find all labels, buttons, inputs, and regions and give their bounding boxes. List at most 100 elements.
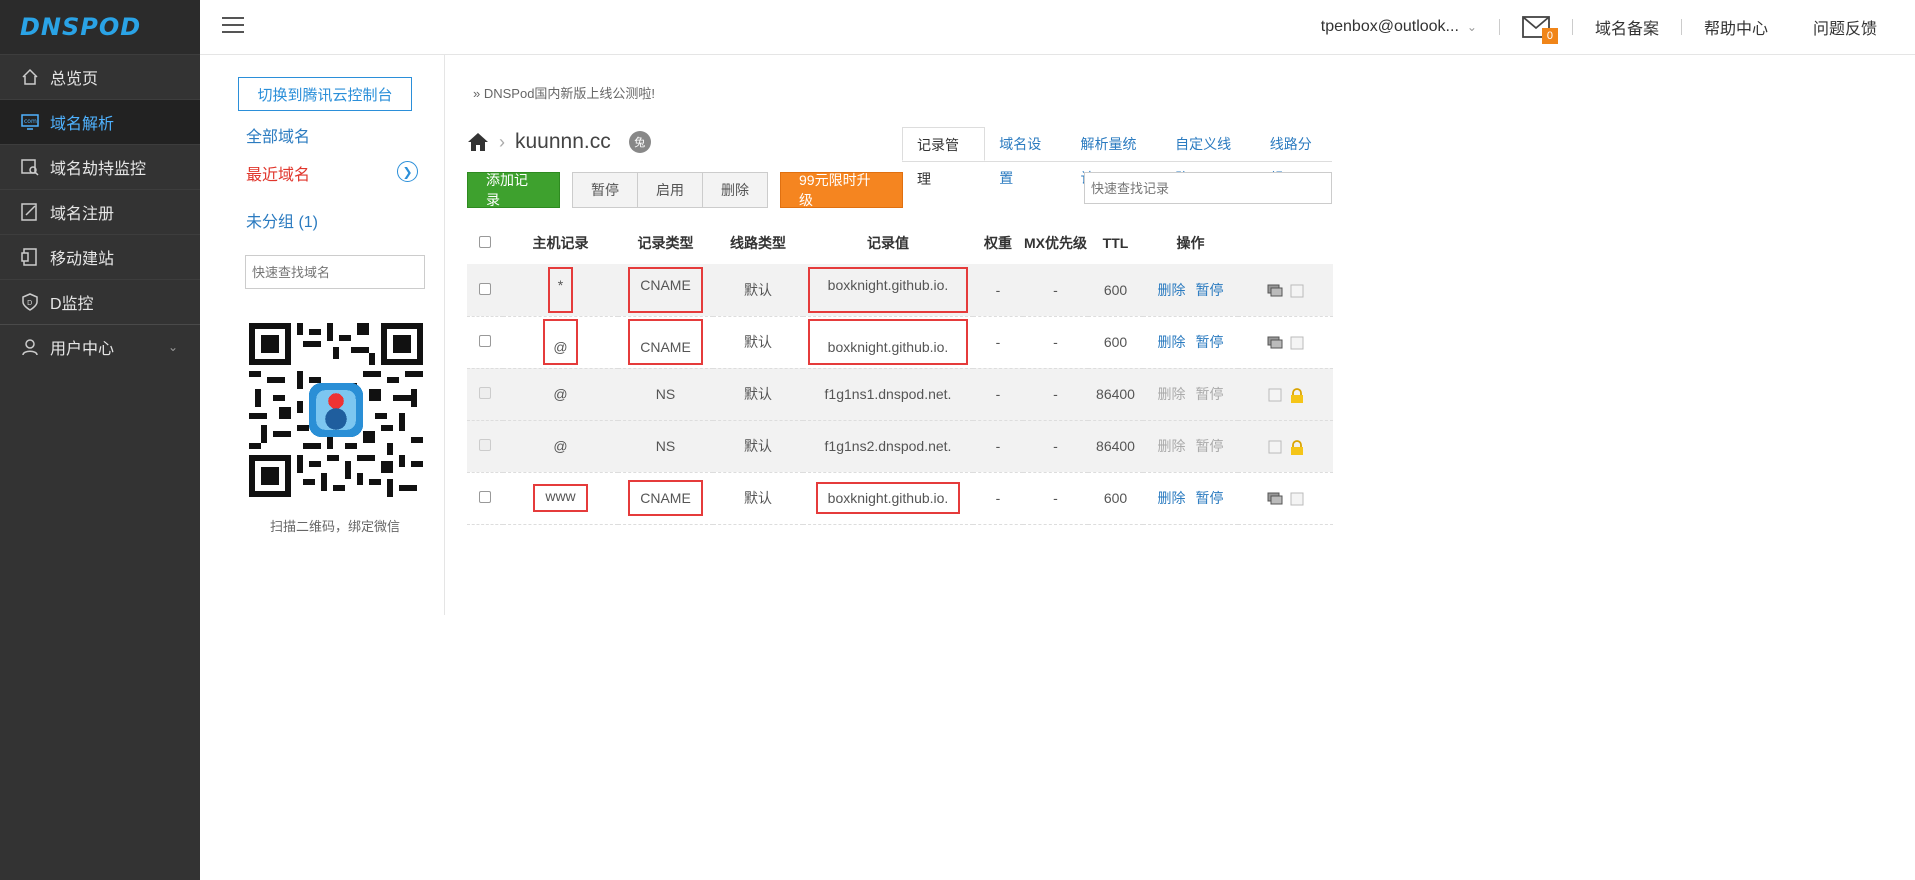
host-cell: *: [503, 264, 618, 317]
record-value[interactable]: boxknight.github.io.: [807, 266, 969, 313]
tab-line-group[interactable]: 线路分组: [1256, 127, 1337, 186]
pause-button[interactable]: 暂停: [573, 173, 638, 207]
row-checkbox[interactable]: [479, 491, 491, 503]
breadcrumb-separator: ›: [499, 131, 505, 152]
line-value: 默认: [713, 368, 803, 421]
host-value[interactable]: *: [547, 266, 574, 313]
note-icon[interactable]: [1289, 492, 1305, 506]
sidebar-item-user-center[interactable]: 用户中心 ⌄: [0, 324, 200, 369]
pause-record-link: 暂停: [1195, 438, 1224, 454]
notice-link[interactable]: » DNSPod国内新版上线公测啦!: [473, 83, 655, 102]
rabbit-badge-icon[interactable]: 兔: [628, 131, 651, 153]
remark-icon[interactable]: [1267, 336, 1283, 350]
line-value[interactable]: 默认: [713, 264, 803, 317]
recent-domains-link[interactable]: 最近域名: [246, 161, 310, 185]
remark-icon[interactable]: [1267, 492, 1283, 506]
sidebar-item-hijack-monitor[interactable]: 域名劫持监控: [0, 144, 200, 189]
type-value[interactable]: CNAME: [628, 319, 703, 365]
ungrouped-link[interactable]: 未分组 (1): [246, 208, 318, 232]
host-value[interactable]: www: [533, 484, 588, 512]
chevron-right-icon[interactable]: ❯: [397, 161, 418, 182]
host-value[interactable]: @: [543, 319, 578, 365]
monitor-icon: [20, 157, 40, 177]
record-value: f1g1ns1.dnspod.net.: [803, 368, 973, 421]
record-value[interactable]: boxknight.github.io.: [807, 319, 969, 365]
header-weight: 权重: [984, 235, 1012, 251]
delete-record-link[interactable]: 删除: [1158, 490, 1186, 506]
remark-icon[interactable]: [1267, 284, 1283, 298]
record-search-input[interactable]: [1084, 172, 1332, 204]
qr-caption: 扫描二维码，绑定微信: [269, 519, 400, 534]
enable-button[interactable]: 启用: [638, 173, 703, 207]
user-menu[interactable]: tpenbox@outlook... ⌄: [1321, 18, 1477, 36]
row-select-cell: [467, 368, 503, 421]
sidebar-item-label: D监控: [50, 296, 94, 313]
delete-record-link[interactable]: 删除: [1158, 282, 1186, 298]
sidebar-item-overview[interactable]: 总览页: [0, 54, 200, 99]
add-record-button[interactable]: 添加记录: [467, 172, 560, 208]
mail-icon[interactable]: 0: [1522, 16, 1558, 44]
header-host: 主机记录: [532, 235, 589, 251]
tab-resolution-stats[interactable]: 解析量统计: [1067, 127, 1162, 186]
domain-search-input[interactable]: [245, 255, 425, 289]
records-table: 主机记录 记录类型 线路类型 记录值 权重 MX优先级 TTL 操作 * CNA…: [467, 222, 1333, 525]
sidebar-item-dns[interactable]: com 域名解析: [0, 99, 200, 144]
pause-record-link[interactable]: 暂停: [1196, 282, 1224, 298]
row-checkbox[interactable]: [479, 335, 491, 347]
note-icon[interactable]: [1289, 336, 1305, 350]
logo[interactable]: DNSPOD: [0, 0, 200, 54]
ttl-value: 86400: [1088, 420, 1143, 473]
tab-record-management[interactable]: 记录管理: [902, 127, 986, 187]
switch-console-button[interactable]: 切换到腾讯云控制台: [238, 77, 412, 111]
delete-record-link: 删除: [1157, 438, 1186, 454]
record-value[interactable]: boxknight.github.io.: [815, 482, 961, 514]
extra-cell: [1238, 420, 1333, 473]
host-cell: @: [503, 316, 618, 369]
pause-record-link[interactable]: 暂停: [1196, 334, 1224, 350]
ttl-value[interactable]: 600: [1088, 316, 1143, 369]
table-row: @ NS 默认 f1g1ns2.dnspod.net. - - 86400 删除…: [467, 420, 1333, 473]
sidebar: DNSPOD 总览页 com 域名解析 域名劫持监控 域名注册 移动建站 D D…: [0, 0, 200, 880]
pause-record-link[interactable]: 暂停: [1196, 490, 1224, 506]
table-row: @ CNAME 默认 boxknight.github.io. - - 600 …: [467, 316, 1333, 369]
register-icon: [20, 202, 40, 222]
line-value[interactable]: 默认: [713, 472, 803, 525]
pause-record-link: 暂停: [1195, 386, 1224, 402]
ttl-value[interactable]: 600: [1088, 264, 1143, 317]
host-cell: www: [503, 472, 618, 525]
divider: [1680, 19, 1682, 35]
upgrade-button[interactable]: 99元限时升级: [780, 172, 903, 208]
select-all-checkbox[interactable]: [479, 236, 491, 248]
sidebar-item-mobile-site[interactable]: 移动建站: [0, 234, 200, 279]
sidebar-item-register[interactable]: 域名注册: [0, 189, 200, 234]
delete-button[interactable]: 删除: [703, 173, 767, 207]
link-feedback[interactable]: 问题反馈: [1813, 15, 1877, 39]
mobile-site-icon: [20, 247, 40, 267]
note-icon[interactable]: [1289, 284, 1305, 298]
qr-code: [249, 323, 423, 497]
link-icp-filing[interactable]: 域名备案: [1595, 15, 1659, 39]
header-actions: 操作: [1176, 235, 1205, 251]
type-value[interactable]: CNAME: [628, 480, 703, 516]
ttl-value[interactable]: 600: [1088, 472, 1143, 525]
row-checkbox[interactable]: [479, 282, 491, 295]
type-cell: CNAME: [618, 472, 713, 525]
header-value: 记录值: [867, 235, 909, 251]
header-line: 线路类型: [730, 235, 786, 251]
all-domains-link[interactable]: 全部域名: [246, 123, 310, 147]
type-cell: CNAME: [618, 264, 713, 317]
menu-toggle-icon[interactable]: [222, 17, 244, 35]
weight-value: -: [973, 264, 1023, 317]
delete-record-link[interactable]: 删除: [1158, 334, 1186, 350]
type-value[interactable]: CNAME: [628, 266, 703, 313]
home-icon[interactable]: [467, 132, 489, 152]
link-help-center[interactable]: 帮助中心: [1704, 15, 1768, 39]
weight-value: -: [973, 368, 1023, 421]
tab-domain-settings[interactable]: 域名设置: [985, 127, 1066, 186]
sidebar-item-d-monitor[interactable]: D D监控: [0, 279, 200, 324]
actions-cell: 删除 暂停: [1143, 368, 1238, 421]
tab-custom-line[interactable]: 自定义线路: [1161, 127, 1256, 186]
logo-text: DNSPOD: [20, 13, 142, 41]
line-value[interactable]: 默认: [713, 316, 803, 369]
mx-value: -: [1023, 368, 1088, 421]
